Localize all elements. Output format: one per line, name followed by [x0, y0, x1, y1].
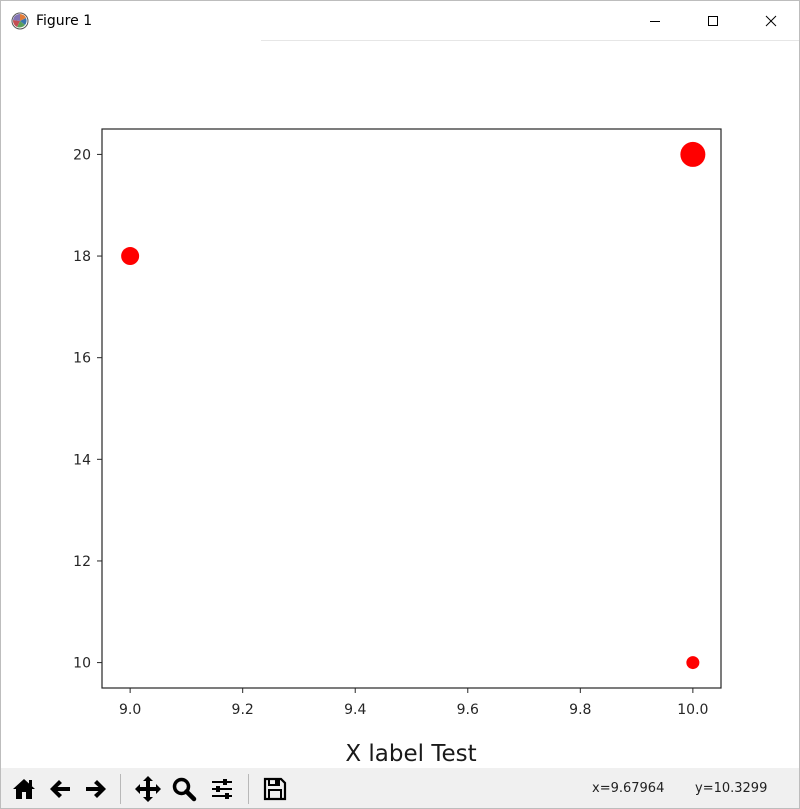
- matplotlib-logo-icon: [11, 12, 29, 30]
- configure-subplots-button[interactable]: [205, 773, 239, 805]
- toolbar-separator: [248, 774, 249, 804]
- plot-area: 9.0 9.2 9.4 9.6 9.8 10.0 10 12 14 16 18 20: [73, 128, 722, 718]
- scatter-point: [680, 141, 706, 167]
- maximize-icon: [708, 16, 718, 26]
- axes-frame: [101, 128, 722, 689]
- minimize-icon: [650, 21, 660, 22]
- maximize-button[interactable]: [686, 1, 740, 41]
- x-tick-label: 9.2: [232, 702, 254, 718]
- y-tick-label: 10: [73, 656, 91, 672]
- save-button[interactable]: [258, 773, 292, 805]
- x-coordinate-readout: x=9.67964: [592, 781, 665, 796]
- close-icon: [765, 15, 777, 27]
- x-tick-label: 9.4: [344, 702, 366, 718]
- x-axis-label: X label Test: [345, 741, 476, 767]
- x-tick-label: 9.0: [119, 702, 141, 718]
- back-arrow-icon: [50, 780, 70, 798]
- navigation-toolbar: x=9.67964 y=10.3299: [1, 768, 799, 808]
- close-button[interactable]: [744, 1, 798, 41]
- y-tick-label: 20: [73, 147, 91, 163]
- pan-button[interactable]: [131, 773, 165, 805]
- forward-arrow-icon: [86, 780, 106, 798]
- y-tick-label: 18: [73, 249, 91, 265]
- zoom-button[interactable]: [167, 773, 201, 805]
- title-bar[interactable]: Figure 1: [1, 1, 799, 41]
- y-tick-label: 12: [73, 554, 91, 570]
- y-tick-label: 14: [73, 452, 91, 468]
- toolbar-separator: [120, 774, 121, 804]
- forward-button[interactable]: [79, 773, 113, 805]
- scatter-chart[interactable]: 9.0 9.2 9.4 9.6 9.8 10.0 10 12 14 16 18 20 X label …: [1, 41, 799, 768]
- minimize-button[interactable]: [628, 1, 682, 41]
- x-tick-label: 9.8: [569, 702, 591, 718]
- configure-subplots-icon: [212, 779, 232, 799]
- window-title: Figure 1: [36, 13, 93, 29]
- figure-window: Figure 1 9.0 9.2 9.4 9.6 9.8 10.0 10 12 14 16 18 20…: [0, 0, 800, 809]
- x-tick-label: 10.0: [677, 702, 708, 718]
- pan-icon: [135, 776, 161, 802]
- y-tick-label: 16: [73, 351, 91, 367]
- home-button[interactable]: [7, 773, 41, 805]
- scatter-point: [686, 656, 700, 670]
- home-icon: [13, 779, 35, 799]
- back-button[interactable]: [43, 773, 77, 805]
- save-icon: [263, 777, 287, 801]
- x-tick-label: 9.6: [457, 702, 479, 718]
- y-coordinate-readout: y=10.3299: [695, 781, 768, 796]
- figure-canvas[interactable]: 9.0 9.2 9.4 9.6 9.8 10.0 10 12 14 16 18 20 X label …: [1, 41, 799, 768]
- scatter-point: [121, 247, 140, 266]
- zoom-icon: [172, 777, 197, 802]
